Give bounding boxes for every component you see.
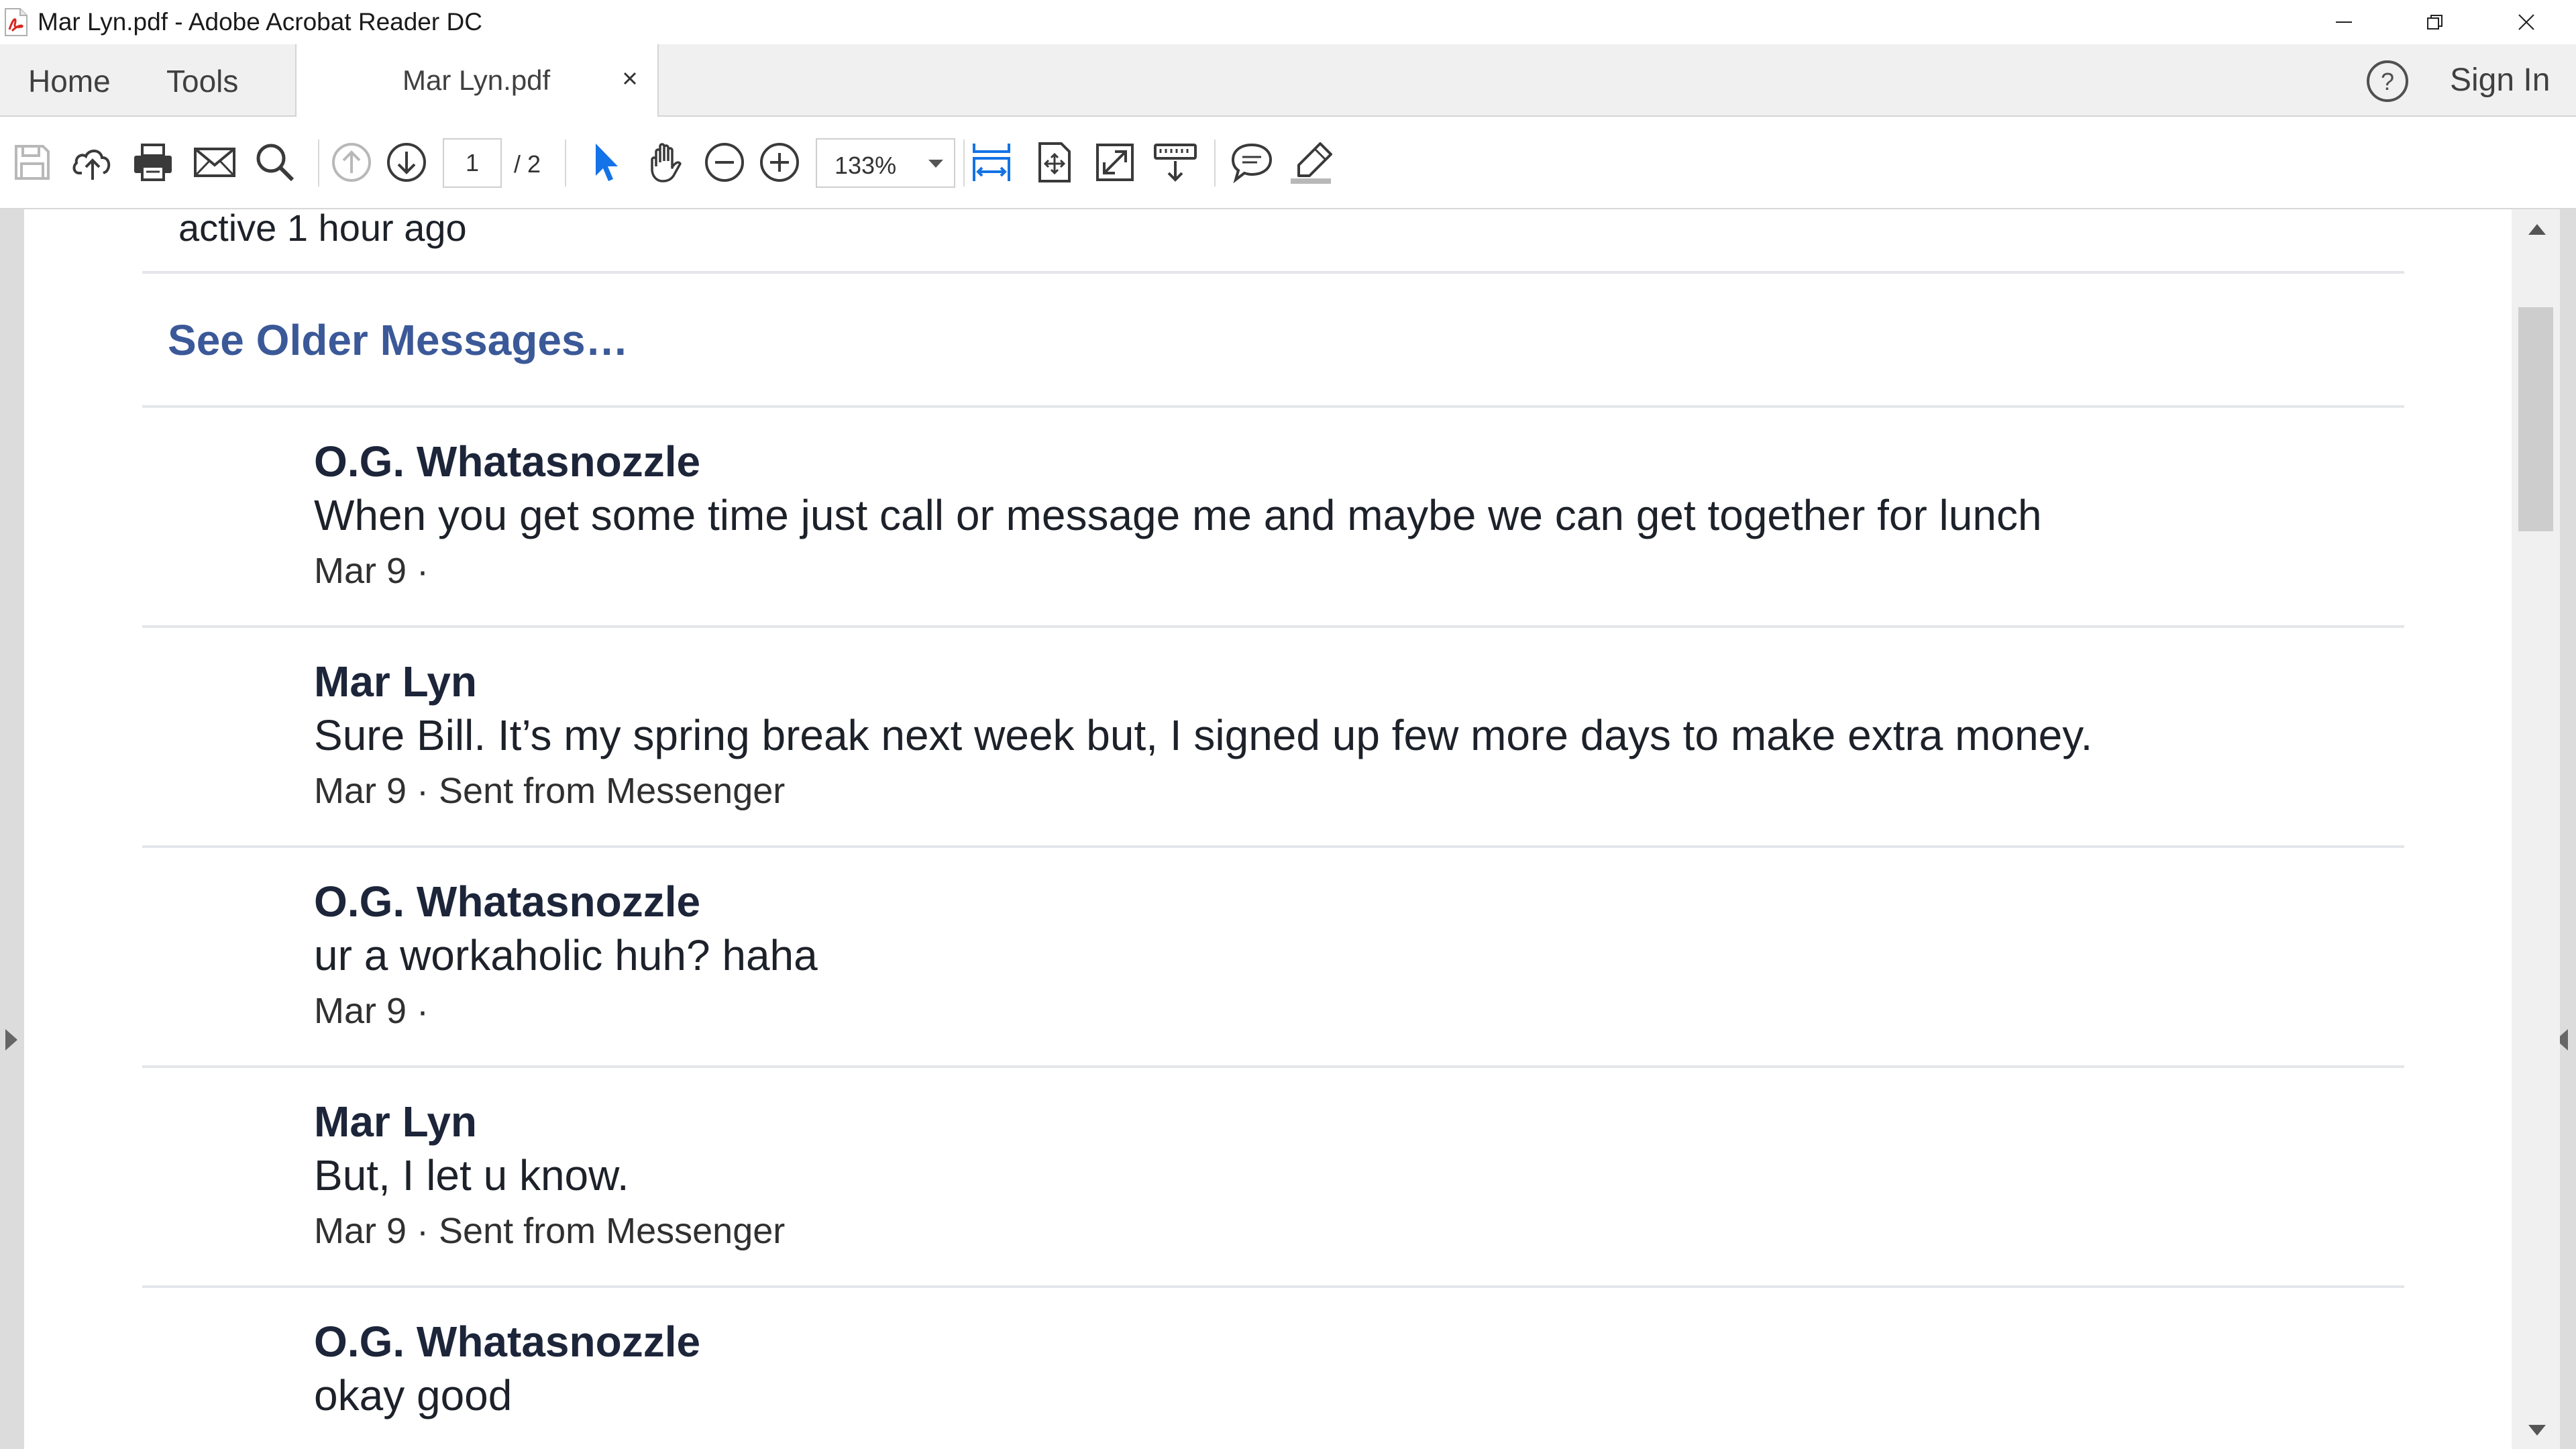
page-number-input[interactable]: 1	[443, 138, 502, 188]
read-mode-icon	[1154, 144, 1197, 182]
toolbar-separator	[565, 140, 566, 186]
message-meta: Mar 9 ·	[314, 991, 429, 1031]
zoom-in-button[interactable]	[754, 137, 805, 188]
divider	[142, 625, 2404, 628]
next-page-icon	[387, 143, 426, 182]
hand-tool-icon	[651, 143, 682, 182]
zoom-in-icon	[760, 143, 799, 182]
email-icon	[194, 148, 235, 177]
previous-page-button[interactable]	[326, 137, 377, 188]
message-item: O.G. Whatasnozzle okay good	[314, 1320, 700, 1433]
sign-in-button[interactable]: Sign In	[2450, 62, 2550, 99]
scroll-up-icon[interactable]	[2528, 224, 2546, 235]
fit-width-button[interactable]	[966, 137, 1017, 188]
message-author: O.G. Whatasnozzle	[314, 877, 701, 926]
comment-button[interactable]	[1226, 137, 1277, 188]
upload-icon	[72, 150, 111, 180]
fit-page-icon	[1038, 142, 1071, 182]
zoom-out-icon	[705, 143, 744, 182]
message-text: ur a workaholic huh? haha	[314, 931, 818, 979]
restore-button[interactable]	[2390, 0, 2481, 44]
help-icon[interactable]: ?	[2365, 59, 2410, 103]
zoom-value: 133%	[835, 152, 897, 179]
toolbar-separator	[1214, 140, 1216, 186]
highlight-pen-icon	[1291, 142, 1332, 184]
search-icon	[256, 144, 294, 182]
see-older-messages-link[interactable]: See Older Messages…	[168, 315, 629, 365]
toolbar-separator	[318, 140, 319, 186]
divider	[142, 405, 2404, 408]
message-text: When you get some time just call or mess…	[314, 491, 2042, 539]
expand-left-panel-icon[interactable]	[5, 1029, 17, 1051]
select-cursor-icon	[596, 144, 618, 181]
comment-icon	[1231, 143, 1273, 184]
upload-button[interactable]	[67, 137, 118, 188]
select-tool-button[interactable]	[578, 137, 629, 188]
print-button[interactable]	[127, 137, 178, 188]
document-tab[interactable]: Mar Lyn.pdf	[295, 44, 659, 117]
prev-page-icon	[332, 143, 371, 182]
chevron-down-icon	[928, 160, 943, 168]
message-text: okay good	[314, 1371, 513, 1419]
highlight-button[interactable]	[1287, 137, 1338, 188]
save-icon	[15, 145, 50, 180]
tab-home[interactable]: Home	[28, 63, 111, 99]
svg-text:?: ?	[2381, 68, 2394, 95]
window-title: Mar Lyn.pdf - Adobe Acrobat Reader DC	[38, 8, 482, 36]
document-viewport: active 1 hour ago See Older Messages… O.…	[0, 209, 2576, 1449]
full-screen-button[interactable]	[1089, 137, 1140, 188]
message-item: Mar Lyn But, I let u know. Mar 9 · Sent …	[314, 1100, 785, 1249]
scroll-down-icon[interactable]	[2528, 1425, 2546, 1436]
page-total: / 2	[514, 150, 541, 178]
toolbar-separator	[963, 140, 965, 186]
restore-icon	[2427, 15, 2443, 30]
close-window-button[interactable]	[2481, 0, 2572, 44]
message-meta: Mar 9 ·	[314, 551, 429, 591]
email-button[interactable]	[189, 137, 240, 188]
close-icon	[2518, 14, 2534, 30]
pdf-file-icon	[5, 8, 28, 36]
message-item: Mar Lyn Sure Bill. It’s my spring break …	[314, 660, 2092, 809]
message-item: O.G. Whatasnozzle When you get some time…	[314, 440, 2042, 589]
message-item: O.G. Whatasnozzle ur a workaholic huh? h…	[314, 880, 818, 1029]
save-button[interactable]	[7, 137, 58, 188]
next-page-button[interactable]	[381, 137, 432, 188]
zoom-out-button[interactable]	[699, 137, 750, 188]
message-author: Mar Lyn	[314, 657, 477, 706]
divider	[142, 845, 2404, 848]
search-button[interactable]	[250, 137, 301, 188]
close-tab-icon[interactable]	[619, 67, 641, 90]
fit-width-icon	[973, 144, 1010, 181]
message-text: But, I let u know.	[314, 1151, 629, 1199]
message-text: Sure Bill. It’s my spring break next wee…	[314, 711, 2093, 759]
document-tab-label: Mar Lyn.pdf	[402, 64, 551, 96]
message-author: Mar Lyn	[314, 1097, 477, 1146]
toolbar: 1 / 2 133%	[0, 117, 2576, 209]
pdf-page: active 1 hour ago See Older Messages… O.…	[24, 209, 2512, 1449]
tab-bar: Home Tools Mar Lyn.pdf	[0, 44, 2576, 117]
divider	[142, 271, 2404, 274]
title-bar: Mar Lyn.pdf - Adobe Acrobat Reader DC	[0, 0, 2576, 44]
message-meta: Mar 9 · Sent from Messenger	[314, 771, 786, 811]
minimize-icon	[2336, 21, 2352, 23]
scrollbar-thumb[interactable]	[2518, 307, 2553, 531]
minimize-button[interactable]	[2298, 0, 2390, 44]
divider	[142, 1285, 2404, 1288]
print-icon	[134, 144, 172, 181]
full-screen-icon	[1096, 144, 1134, 181]
zoom-select[interactable]: 133%	[816, 138, 955, 188]
message-meta: Mar 9 · Sent from Messenger	[314, 1211, 786, 1251]
hand-tool-button[interactable]	[640, 137, 691, 188]
active-status: active 1 hour ago	[178, 209, 467, 249]
read-mode-button[interactable]	[1150, 137, 1201, 188]
message-author: O.G. Whatasnozzle	[314, 437, 701, 486]
vertical-scrollbar[interactable]	[2512, 209, 2560, 1449]
divider	[142, 1065, 2404, 1068]
tab-tools[interactable]: Tools	[166, 63, 238, 99]
fit-page-button[interactable]	[1029, 137, 1080, 188]
message-author: O.G. Whatasnozzle	[314, 1318, 701, 1366]
